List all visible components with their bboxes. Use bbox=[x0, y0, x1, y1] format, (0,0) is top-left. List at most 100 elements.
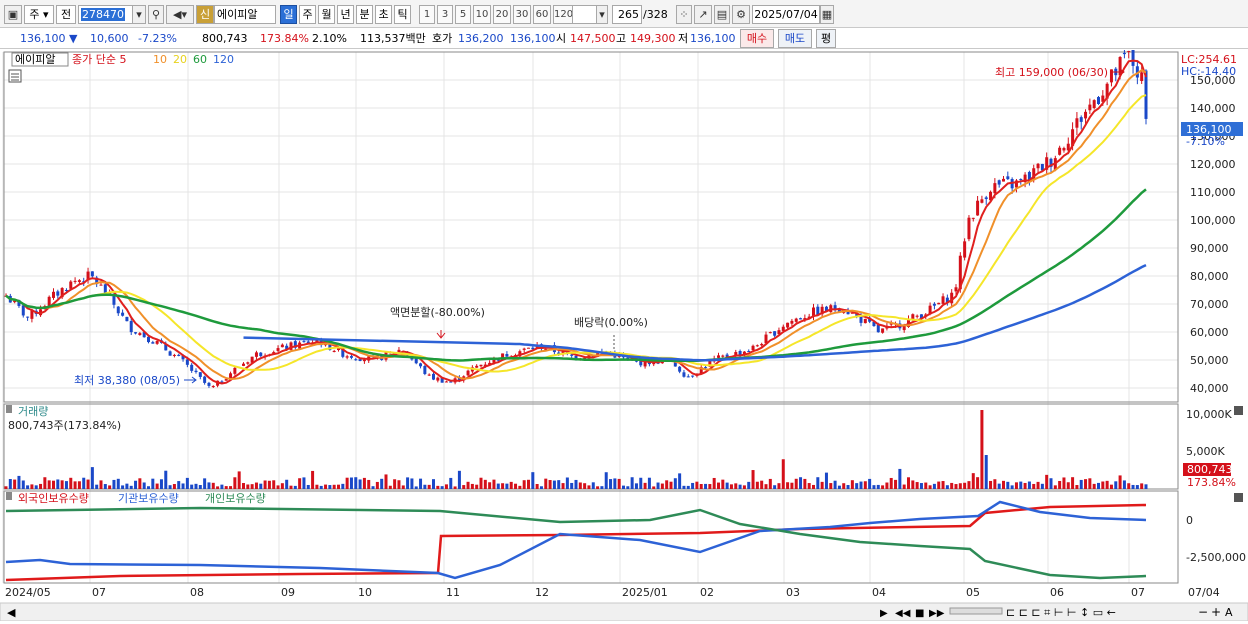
dividend-annotation: 배당락(0.00%) bbox=[574, 316, 648, 329]
minute-tab-1[interactable]: 1 bbox=[419, 5, 435, 24]
candle-body bbox=[242, 363, 245, 366]
minute-tab-3[interactable]: 3 bbox=[437, 5, 453, 24]
volume-bar bbox=[401, 485, 405, 489]
candle-body bbox=[993, 183, 997, 194]
volume-bar bbox=[138, 478, 142, 489]
price-tick-label: 80,000 bbox=[1190, 270, 1229, 283]
volume-bar bbox=[367, 479, 371, 489]
text-size-icon[interactable]: A bbox=[1225, 606, 1233, 619]
zoom-in-icon[interactable]: + bbox=[1211, 605, 1221, 619]
draw-tool-icon[interactable]: ↗ bbox=[694, 5, 712, 24]
minute-tab-5[interactable]: 5 bbox=[455, 5, 471, 24]
buy-button[interactable]: 매수 bbox=[740, 29, 774, 48]
volume-bar bbox=[242, 483, 245, 489]
candle-body bbox=[233, 367, 237, 374]
volume-bar bbox=[596, 486, 600, 489]
candle-body bbox=[444, 381, 448, 383]
code-dropdown-icon[interactable]: ▾ bbox=[132, 5, 146, 24]
volume-bar bbox=[354, 477, 358, 489]
date-tick-label: 07 bbox=[92, 586, 106, 599]
date-tick-label: 10 bbox=[358, 586, 372, 599]
zoom-slider[interactable] bbox=[949, 607, 1003, 615]
prev-select[interactable]: 전 bbox=[56, 5, 76, 24]
period-tab-1[interactable]: 주 bbox=[299, 5, 316, 24]
chart-area[interactable]: 150,000 140,000 130,000 120,000 110,000 100,0… bbox=[0, 43, 1248, 622]
volume-bar bbox=[1049, 478, 1053, 489]
gear-icon[interactable]: ⚙ bbox=[732, 5, 750, 24]
volume-bar bbox=[850, 480, 854, 489]
date-tick-label: 12 bbox=[535, 586, 549, 599]
volume-bar bbox=[1092, 483, 1096, 489]
date-tick-label: 02 bbox=[700, 586, 714, 599]
volume-bar bbox=[989, 480, 993, 489]
eval-button[interactable]: 평 bbox=[816, 29, 836, 48]
price-chart[interactable]: 150,000140,000130,000120,000110,000100,0… bbox=[0, 43, 1248, 622]
minute-tab-60[interactable]: 60 bbox=[533, 5, 551, 24]
stock-code-input[interactable]: 278470 bbox=[78, 5, 136, 24]
minute-tab-10[interactable]: 10 bbox=[473, 5, 491, 24]
scroll-last-icon[interactable]: ▶▶ bbox=[929, 608, 945, 619]
volume-bar bbox=[807, 483, 811, 489]
volume-panel-close-icon[interactable] bbox=[1234, 406, 1243, 415]
candle-body bbox=[168, 351, 172, 356]
volume-bar bbox=[155, 483, 159, 489]
volume-bar bbox=[717, 482, 720, 489]
volume-bar bbox=[168, 485, 172, 489]
date-input[interactable]: 2025/07/04 bbox=[752, 5, 820, 24]
volume-bar bbox=[129, 485, 133, 489]
zoom-tools-icon[interactable]: ⊏ ⊏ ⊏ ⌗ ⊢ ⊢ ↕ ▭ ← bbox=[1006, 606, 1116, 619]
market-select[interactable]: 주 ▾ bbox=[24, 5, 54, 24]
candle-body bbox=[302, 341, 306, 343]
period-tab-3[interactable]: 년 bbox=[337, 5, 354, 24]
candle-body bbox=[190, 364, 194, 371]
link-icon[interactable]: ⁘ bbox=[676, 5, 692, 24]
candle-body bbox=[466, 370, 470, 376]
price-tick-label: 70,000 bbox=[1190, 298, 1229, 311]
period-tab-4[interactable]: 분 bbox=[356, 5, 373, 24]
window-menu-icon[interactable]: ▣ bbox=[4, 5, 22, 24]
candle-body bbox=[863, 318, 867, 324]
volume-bar bbox=[755, 481, 759, 489]
scroll-first-icon[interactable]: ◀◀ bbox=[895, 608, 911, 619]
candle-body bbox=[99, 284, 103, 286]
volume-bar bbox=[1144, 484, 1148, 489]
bar-count-input[interactable]: 265 bbox=[612, 5, 642, 24]
legend-ma10: 10 bbox=[153, 53, 167, 66]
zoom-out-icon[interactable]: − bbox=[1198, 605, 1208, 619]
volume-bar bbox=[945, 485, 949, 489]
interval-dropdown-icon[interactable]: ▾ bbox=[596, 5, 608, 24]
calendar-icon[interactable]: ▦ bbox=[820, 5, 834, 24]
open-label: 시 bbox=[556, 32, 567, 45]
volume-bar bbox=[427, 484, 431, 489]
search-icon[interactable]: ⚲ bbox=[148, 5, 164, 24]
sell-button[interactable]: 매도 bbox=[778, 29, 812, 48]
volume-bar bbox=[626, 486, 630, 489]
stop-icon[interactable]: ■ bbox=[915, 608, 924, 619]
period-tab-6[interactable]: 틱 bbox=[394, 5, 411, 24]
low-price: 136,100 bbox=[690, 32, 736, 45]
scroll-right-icon[interactable]: ▶ bbox=[880, 608, 888, 619]
volume-bar bbox=[164, 470, 168, 489]
candle-body bbox=[354, 359, 358, 361]
volume-bar bbox=[829, 483, 833, 489]
minute-tab-20[interactable]: 20 bbox=[493, 5, 511, 24]
save-icon[interactable]: ▤ bbox=[714, 5, 730, 24]
period-tab-5[interactable]: 초 bbox=[375, 5, 392, 24]
minute-tab-30[interactable]: 30 bbox=[513, 5, 531, 24]
period-tab-0[interactable]: 일 bbox=[280, 5, 297, 24]
volume-bar bbox=[224, 486, 228, 489]
volume-bar bbox=[738, 484, 742, 489]
volume-bar bbox=[868, 478, 872, 489]
volume-bar bbox=[501, 483, 505, 489]
candle-body bbox=[103, 284, 107, 294]
period-tab-2[interactable]: 월 bbox=[318, 5, 335, 24]
volume-bar bbox=[976, 477, 980, 489]
volume-bar bbox=[1053, 485, 1057, 489]
volume-bar bbox=[423, 484, 427, 489]
candle-body bbox=[1079, 117, 1083, 122]
candle-body bbox=[967, 217, 971, 240]
minute-tab-120[interactable]: 120 bbox=[553, 5, 573, 24]
scroll-left-icon[interactable]: ◀ bbox=[7, 606, 16, 619]
holdings-panel-close-icon[interactable] bbox=[1234, 493, 1243, 502]
speaker-icon[interactable]: ◀▾ bbox=[166, 5, 194, 24]
